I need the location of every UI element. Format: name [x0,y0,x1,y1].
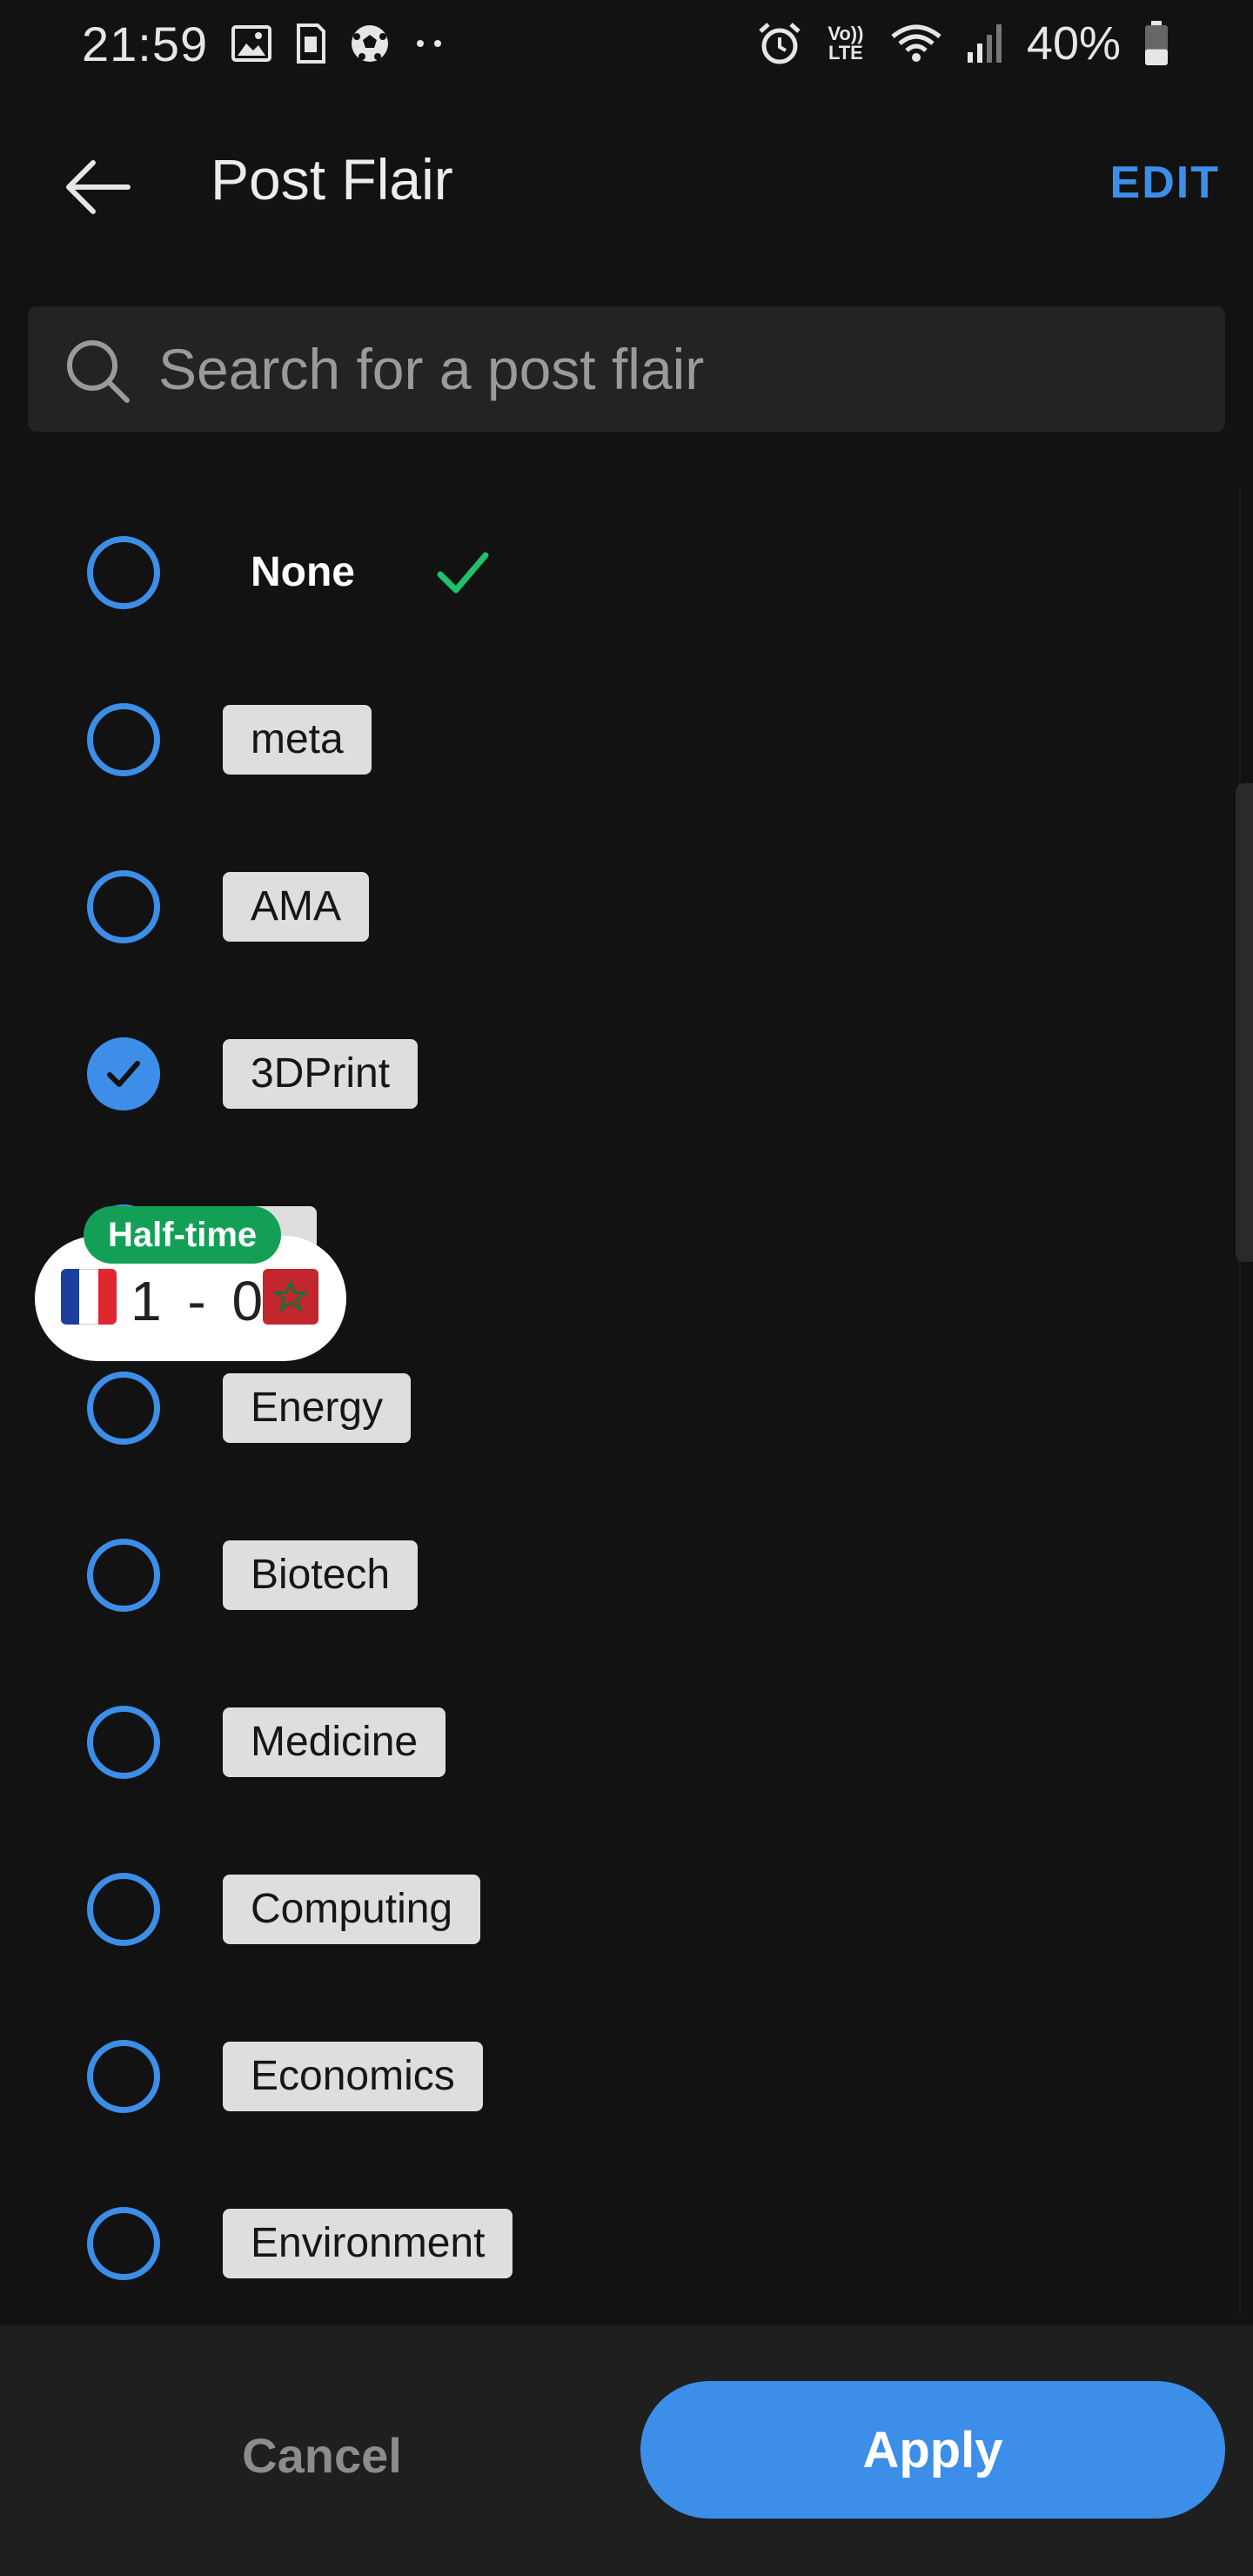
radio-button-checked[interactable] [87,1037,160,1110]
flair-option-economics[interactable]: Economics [0,1991,1218,2158]
morocco-flag-icon [263,1269,318,1325]
battery-icon [1143,20,1169,67]
score-text: 1 - 0 [131,1270,269,1332]
radio-button[interactable] [87,536,160,609]
flair-option-none[interactable]: None [0,487,1218,654]
status-time: 21:59 [82,16,209,71]
flair-chip: meta [223,705,372,775]
flair-chip: Computing [223,1875,481,1944]
back-arrow-icon [66,160,131,214]
flair-chip: Biotech [223,1540,419,1610]
radio-button[interactable] [87,2040,160,2113]
radio-button[interactable] [87,1372,160,1445]
france-flag-icon [61,1269,117,1325]
bottom-action-bar: Cancel Apply [0,2325,1253,2576]
search-input[interactable] [158,306,1203,432]
flair-chip: Medicine [223,1707,446,1777]
status-bar: 21:59 Vo)) LTE 40% [0,0,1253,87]
current-check-icon [437,552,489,594]
edit-button[interactable]: EDIT [1110,157,1220,209]
halftime-badge: Half-time [84,1206,282,1264]
radio-button[interactable] [87,1539,160,1612]
alarm-icon [757,21,802,66]
scrollbar-track [1239,487,1241,2315]
radio-button[interactable] [87,703,160,776]
flair-option-meta[interactable]: meta [0,654,1218,822]
top-app-bar: Post Flair EDIT [0,122,1253,244]
signal-icon [966,23,1004,64]
flair-option-3dprint[interactable]: 3DPrint [0,989,1218,1156]
status-right: Vo)) LTE 40% [757,17,1169,70]
soccer-ball-icon [349,23,391,64]
radio-button[interactable] [87,1706,160,1779]
volte-icon: Vo)) LTE [828,23,864,64]
radio-button[interactable] [87,870,160,943]
flair-chip: 3DPrint [223,1039,419,1109]
flair-option-biotech[interactable]: Biotech [0,1490,1218,1657]
status-left: 21:59 [82,16,445,72]
cancel-button[interactable]: Cancel [104,2386,539,2524]
search-icon [67,340,130,403]
flair-chip: Economics [223,2042,483,2111]
flair-label-none: None [251,549,355,595]
apply-button[interactable]: Apply [640,2381,1225,2519]
flair-option-medicine[interactable]: Medicine [0,1657,1218,1824]
scrollbar-thumb[interactable] [1236,783,1253,1262]
flair-chip: Energy [223,1373,412,1443]
page-title: Post Flair [211,147,453,211]
check-icon [107,1061,140,1087]
flair-option-ama[interactable]: AMA [0,822,1218,989]
radio-button[interactable] [87,2207,160,2280]
radio-button[interactable] [87,1873,160,1946]
search-bar[interactable] [28,306,1225,432]
gallery-icon [231,24,272,63]
battery-percent: 40% [1026,17,1121,70]
flair-chip: AMA [223,872,370,942]
wifi-icon [889,23,943,64]
more-dots-icon [413,38,445,49]
sim-card-icon [295,23,326,64]
flair-option-environment[interactable]: Environment [0,2158,1218,2325]
flair-chip: Environment [223,2209,513,2278]
flair-option-computing[interactable]: Computing [0,1824,1218,1991]
back-button[interactable] [57,148,136,226]
